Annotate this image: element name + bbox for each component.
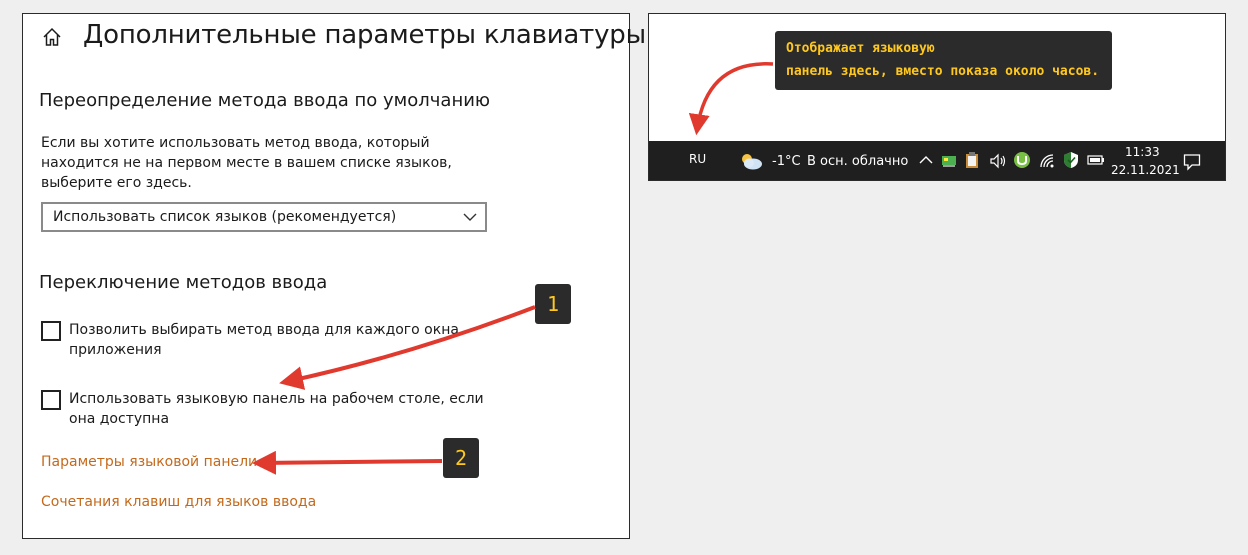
override-description: Если вы хотите использовать метод ввода,…	[41, 135, 452, 191]
taskbar-preview-panel: Отображает языковую панель здесь, вместо…	[648, 13, 1226, 181]
weather-description[interactable]: В осн. облачно	[807, 154, 908, 169]
home-icon[interactable]	[41, 26, 63, 48]
speaker-icon[interactable]	[989, 153, 1007, 169]
clipboard-icon[interactable]	[965, 151, 979, 169]
wifi-icon[interactable]	[1039, 153, 1055, 169]
tooltip-line-2: панель здесь, вместо показа около часов.	[786, 64, 1100, 79]
chevron-down-icon	[463, 213, 477, 221]
per-window-checkbox-label: Позволить выбирать метод ввода для каждо…	[69, 322, 459, 358]
language-bar-options-link[interactable]: Параметры языковой панели	[41, 454, 257, 470]
weather-cloud-icon[interactable]	[739, 151, 763, 171]
page-title: Дополнительные параметры клавиатуры	[83, 20, 646, 50]
tooltip: Отображает языковую панель здесь, вместо…	[775, 31, 1112, 90]
language-bar-checkbox[interactable]	[41, 390, 61, 410]
weather-temperature[interactable]: -1°C	[772, 154, 801, 169]
badge-1: 1	[535, 284, 571, 324]
battery-icon[interactable]	[1087, 154, 1105, 166]
badge-2: 2	[443, 438, 479, 478]
keyboard-settings-panel: Дополнительные параметры клавиатуры Пере…	[22, 13, 646, 539]
switch-section-heading: Переключение методов ввода	[39, 272, 328, 293]
input-method-dropdown[interactable]: Использовать список языков (рекомендуетс…	[41, 202, 487, 232]
tooltip-line-1: Отображает языковую	[786, 41, 935, 56]
hotkeys-link[interactable]: Сочетания клавиш для языков ввода	[41, 494, 316, 510]
chevron-up-icon[interactable]	[919, 155, 933, 165]
clock-date[interactable]: 22.11.2021	[1111, 163, 1180, 177]
language-indicator[interactable]: RU	[689, 152, 706, 166]
language-bar-checkbox-label: Использовать языковую панель на рабочем …	[69, 391, 484, 427]
per-window-checkbox[interactable]	[41, 321, 61, 341]
shield-icon[interactable]	[1063, 151, 1079, 169]
clock-time[interactable]: 11:33	[1125, 145, 1160, 159]
network-card-icon[interactable]	[941, 152, 957, 168]
dropdown-selected-value: Использовать список языков (рекомендуетс…	[53, 209, 397, 225]
taskbar: RU -1°C В осн. облачно 11:33 22.11.2021	[649, 141, 1225, 180]
notifications-icon[interactable]	[1183, 153, 1201, 171]
utorrent-icon[interactable]	[1013, 151, 1031, 169]
override-section-heading: Переопределение метода ввода по умолчани…	[39, 90, 491, 111]
